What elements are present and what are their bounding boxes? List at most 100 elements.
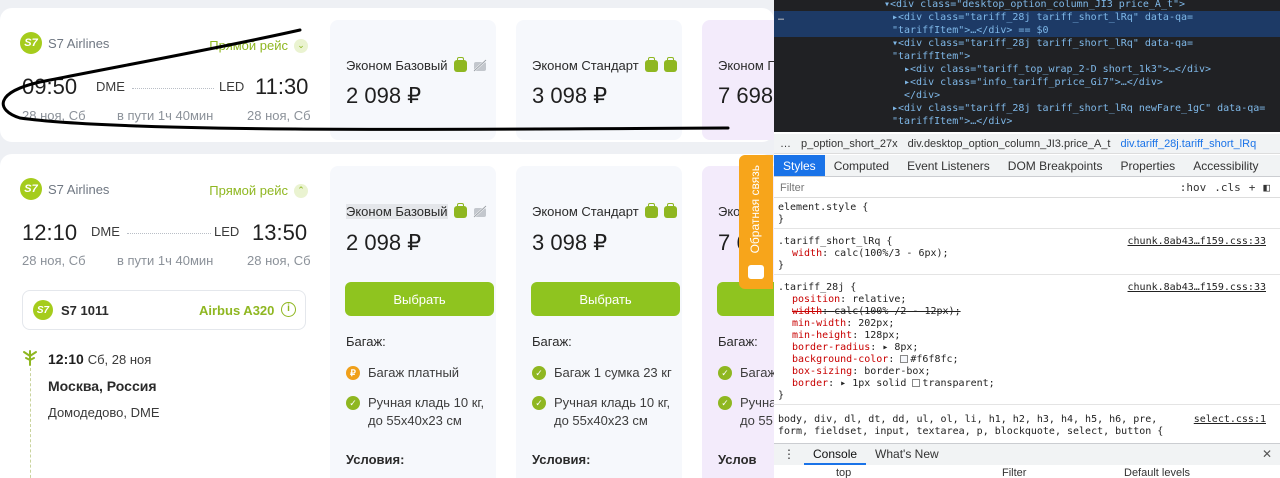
css-selector[interactable]: .tariff_short_lRq {	[778, 236, 892, 248]
css-property[interactable]: box-sizing	[792, 366, 852, 377]
tab-event-listeners[interactable]: Event Listeners	[898, 155, 999, 176]
dom-node-line[interactable]: "tariffItem">	[774, 50, 1280, 63]
css-selector[interactable]: form, fieldset, input, textarea, p, bloc…	[778, 426, 1163, 438]
tariff-economy-standard[interactable]: Эконом Стандарт 3 098 ₽	[516, 20, 682, 140]
css-property[interactable]: background-color	[792, 354, 888, 365]
dom-node-line[interactable]: ▾<div class="tariff_28j tariff_short_lRq…	[774, 37, 1280, 50]
tab-accessibility[interactable]: Accessibility	[1184, 155, 1267, 176]
tariff-economy-standard[interactable]: Эконом Стандарт 3 098 ₽ Выбрать Багаж: ✓…	[516, 166, 682, 478]
feedback-tab[interactable]: Обратная связь	[739, 155, 773, 289]
segment-summary[interactable]: S7 S7 1011 Airbus A320 i	[22, 290, 306, 330]
tariff-title: Эконом Базовый	[346, 202, 487, 219]
css-declaration[interactable]: border: ▸ 1px solid transparent;	[792, 378, 995, 390]
css-property[interactable]: min-width	[792, 318, 846, 329]
drawer-menu-icon[interactable]: ⋮	[774, 444, 804, 465]
log-levels-select[interactable]: Default levels	[1124, 467, 1190, 478]
css-declaration[interactable]: min-height: 128px;	[792, 330, 900, 342]
segment-time: 12:10 Сб, 28 ноя	[48, 351, 151, 367]
breadcrumb-ellipsis[interactable]: …	[780, 138, 791, 150]
direct-flight-toggle[interactable]: Прямой рейс ⌄	[209, 38, 308, 53]
css-declaration[interactable]: width: calc(100%/3 - 6px);	[792, 248, 949, 260]
css-source-link[interactable]: chunk.8ab43…f159.css:33	[1128, 236, 1266, 247]
dom-node-line[interactable]: ▾<div class="desktop_option_column_JI3 p…	[774, 0, 1280, 11]
css-source-link[interactable]: chunk.8ab43…f159.css:33	[1128, 282, 1266, 293]
filter-input[interactable]: Filter	[780, 182, 804, 194]
chevron-up-icon: ⌃	[294, 183, 308, 198]
devtools-panel: ▾<div class="desktop_option_column_JI3 p…	[774, 0, 1280, 478]
css-declaration[interactable]: background-color: #f6f8fc;	[792, 354, 959, 366]
no-baggage-icon	[472, 205, 487, 218]
flight-info: S7 S7 Airlines Прямой рейс ⌃ 12:10 DME L…	[0, 154, 330, 478]
dom-node-text: ▾<div class="desktop_option_column_JI3 p…	[884, 0, 1186, 10]
dom-node-line[interactable]: ▸<div class="info_tariff_price_Gi7">…</d…	[774, 76, 1280, 89]
context-select[interactable]: top	[836, 467, 851, 478]
tab-whats-new[interactable]: What's New	[866, 444, 948, 465]
css-value[interactable]: 128px;	[864, 330, 900, 341]
css-value[interactable]: 202px;	[858, 318, 894, 329]
color-swatch-icon[interactable]	[900, 355, 909, 363]
tariff-economy-plus[interactable]: Эконом Г 7 698	[702, 20, 774, 140]
dom-node-line[interactable]: ▸<div class="tariff_28j tariff_short_lRq…	[774, 102, 1280, 115]
arrive-date: 28 ноя, Сб	[247, 253, 311, 268]
css-value[interactable]: ▸ 8px;	[882, 342, 918, 353]
tab-styles[interactable]: Styles	[774, 155, 825, 176]
css-selector[interactable]: body, div, dl, dt, dd, ul, ol, li, h1, h…	[778, 414, 1157, 426]
sidebar-toggle-icon[interactable]: ◧	[1263, 181, 1270, 194]
css-property[interactable]: border-radius	[792, 342, 870, 353]
tab-dom-breakpoints[interactable]: DOM Breakpoints	[999, 155, 1112, 176]
breadcrumb-item[interactable]: p_option_short_27x	[801, 138, 898, 150]
dom-node-line[interactable]: … ▸<div class="tariff_28j tariff_short_lR…	[774, 11, 1280, 24]
css-declaration[interactable]: min-width: 202px;	[792, 318, 894, 330]
css-property[interactable]: width	[792, 306, 822, 317]
css-value[interactable]: ▸ 1px solid	[840, 378, 912, 389]
css-declaration[interactable]: border-radius: ▸ 8px;	[792, 342, 918, 354]
rule-divider	[774, 404, 1280, 405]
css-property[interactable]: border	[792, 378, 828, 389]
tariff-title: Эконом Базовый	[346, 56, 487, 73]
tariff-economy-basic[interactable]: Эконом Базовый 2 098 ₽ Выбрать Багаж: ₽ …	[330, 166, 496, 478]
console-filter-input[interactable]: Filter	[1002, 467, 1026, 478]
node-actions-icon[interactable]: …	[778, 11, 784, 24]
dom-node-line[interactable]: "tariffItem">…</div>	[774, 115, 1280, 128]
feature-text: Ручная кладь 10 кг, до 55x40x23 см	[554, 394, 670, 430]
css-declaration[interactable]: width: calc(100% /2 - 12px);	[792, 306, 961, 318]
css-value[interactable]: relative;	[852, 294, 906, 305]
css-selector[interactable]: element.style {	[778, 202, 868, 214]
close-icon[interactable]: ✕	[1262, 447, 1272, 461]
dom-node-text: "tariffItem">…</div> == $0	[892, 25, 1049, 36]
new-rule-button[interactable]: +	[1249, 181, 1256, 194]
tab-console[interactable]: Console	[804, 444, 867, 465]
css-value[interactable]: calc(100%/3 - 6px);	[834, 248, 948, 259]
select-tariff-button[interactable]: Выбрать	[531, 282, 680, 316]
css-value[interactable]: #f6f8fc;	[910, 354, 958, 365]
flight-card-expanded[interactable]: S7 S7 Airlines Прямой рейс ⌃ 12:10 DME L…	[0, 154, 774, 478]
dom-node-line[interactable]: </div>	[774, 89, 1280, 102]
breadcrumb-item[interactable]: div.desktop_option_column_JI3.price_A_t	[908, 138, 1111, 150]
css-declaration[interactable]: box-sizing: border-box;	[792, 366, 931, 378]
styles-filter[interactable]: Filter :hov .cls + ◧	[774, 178, 1280, 198]
dom-node-line[interactable]: ▸<div class="tariff_top_wrap_2-D short_1…	[774, 63, 1280, 76]
tab-properties[interactable]: Properties	[1111, 155, 1184, 176]
tab-computed[interactable]: Computed	[825, 155, 898, 176]
css-value[interactable]: border-box;	[864, 366, 930, 377]
class-toggle[interactable]: .cls	[1214, 181, 1241, 194]
tariff-economy-basic[interactable]: Эконом Базовый 2 098 ₽	[330, 20, 496, 140]
info-icon[interactable]: i	[281, 302, 296, 317]
css-value[interactable]: transparent;	[922, 378, 994, 389]
css-declaration[interactable]: position: relative;	[792, 294, 906, 306]
css-property[interactable]: min-height	[792, 330, 852, 341]
hover-state-toggle[interactable]: :hov	[1180, 181, 1207, 194]
flight-info: S7 S7 Airlines Прямой рейс ⌄ 09:50 DME L…	[0, 8, 330, 142]
css-property[interactable]: width	[792, 248, 822, 259]
direct-flight-toggle[interactable]: Прямой рейс ⌃	[209, 183, 308, 198]
css-source-link[interactable]: select.css:1	[1194, 414, 1266, 425]
color-swatch-icon[interactable]	[912, 379, 921, 387]
dom-node-line[interactable]: "tariffItem">…</div> == $0	[774, 24, 1280, 37]
breadcrumb-item-selected[interactable]: div.tariff_28j.tariff_short_lRq	[1120, 138, 1256, 150]
segment-city: Москва, Россия	[48, 378, 157, 394]
css-selector[interactable]: .tariff_28j {	[778, 282, 856, 294]
css-value[interactable]: calc(100% /2 - 12px);	[834, 306, 960, 317]
css-property[interactable]: position	[792, 294, 840, 305]
flight-card[interactable]: S7 S7 Airlines Прямой рейс ⌄ 09:50 DME L…	[0, 8, 774, 142]
select-tariff-button[interactable]: Выбрать	[345, 282, 494, 316]
